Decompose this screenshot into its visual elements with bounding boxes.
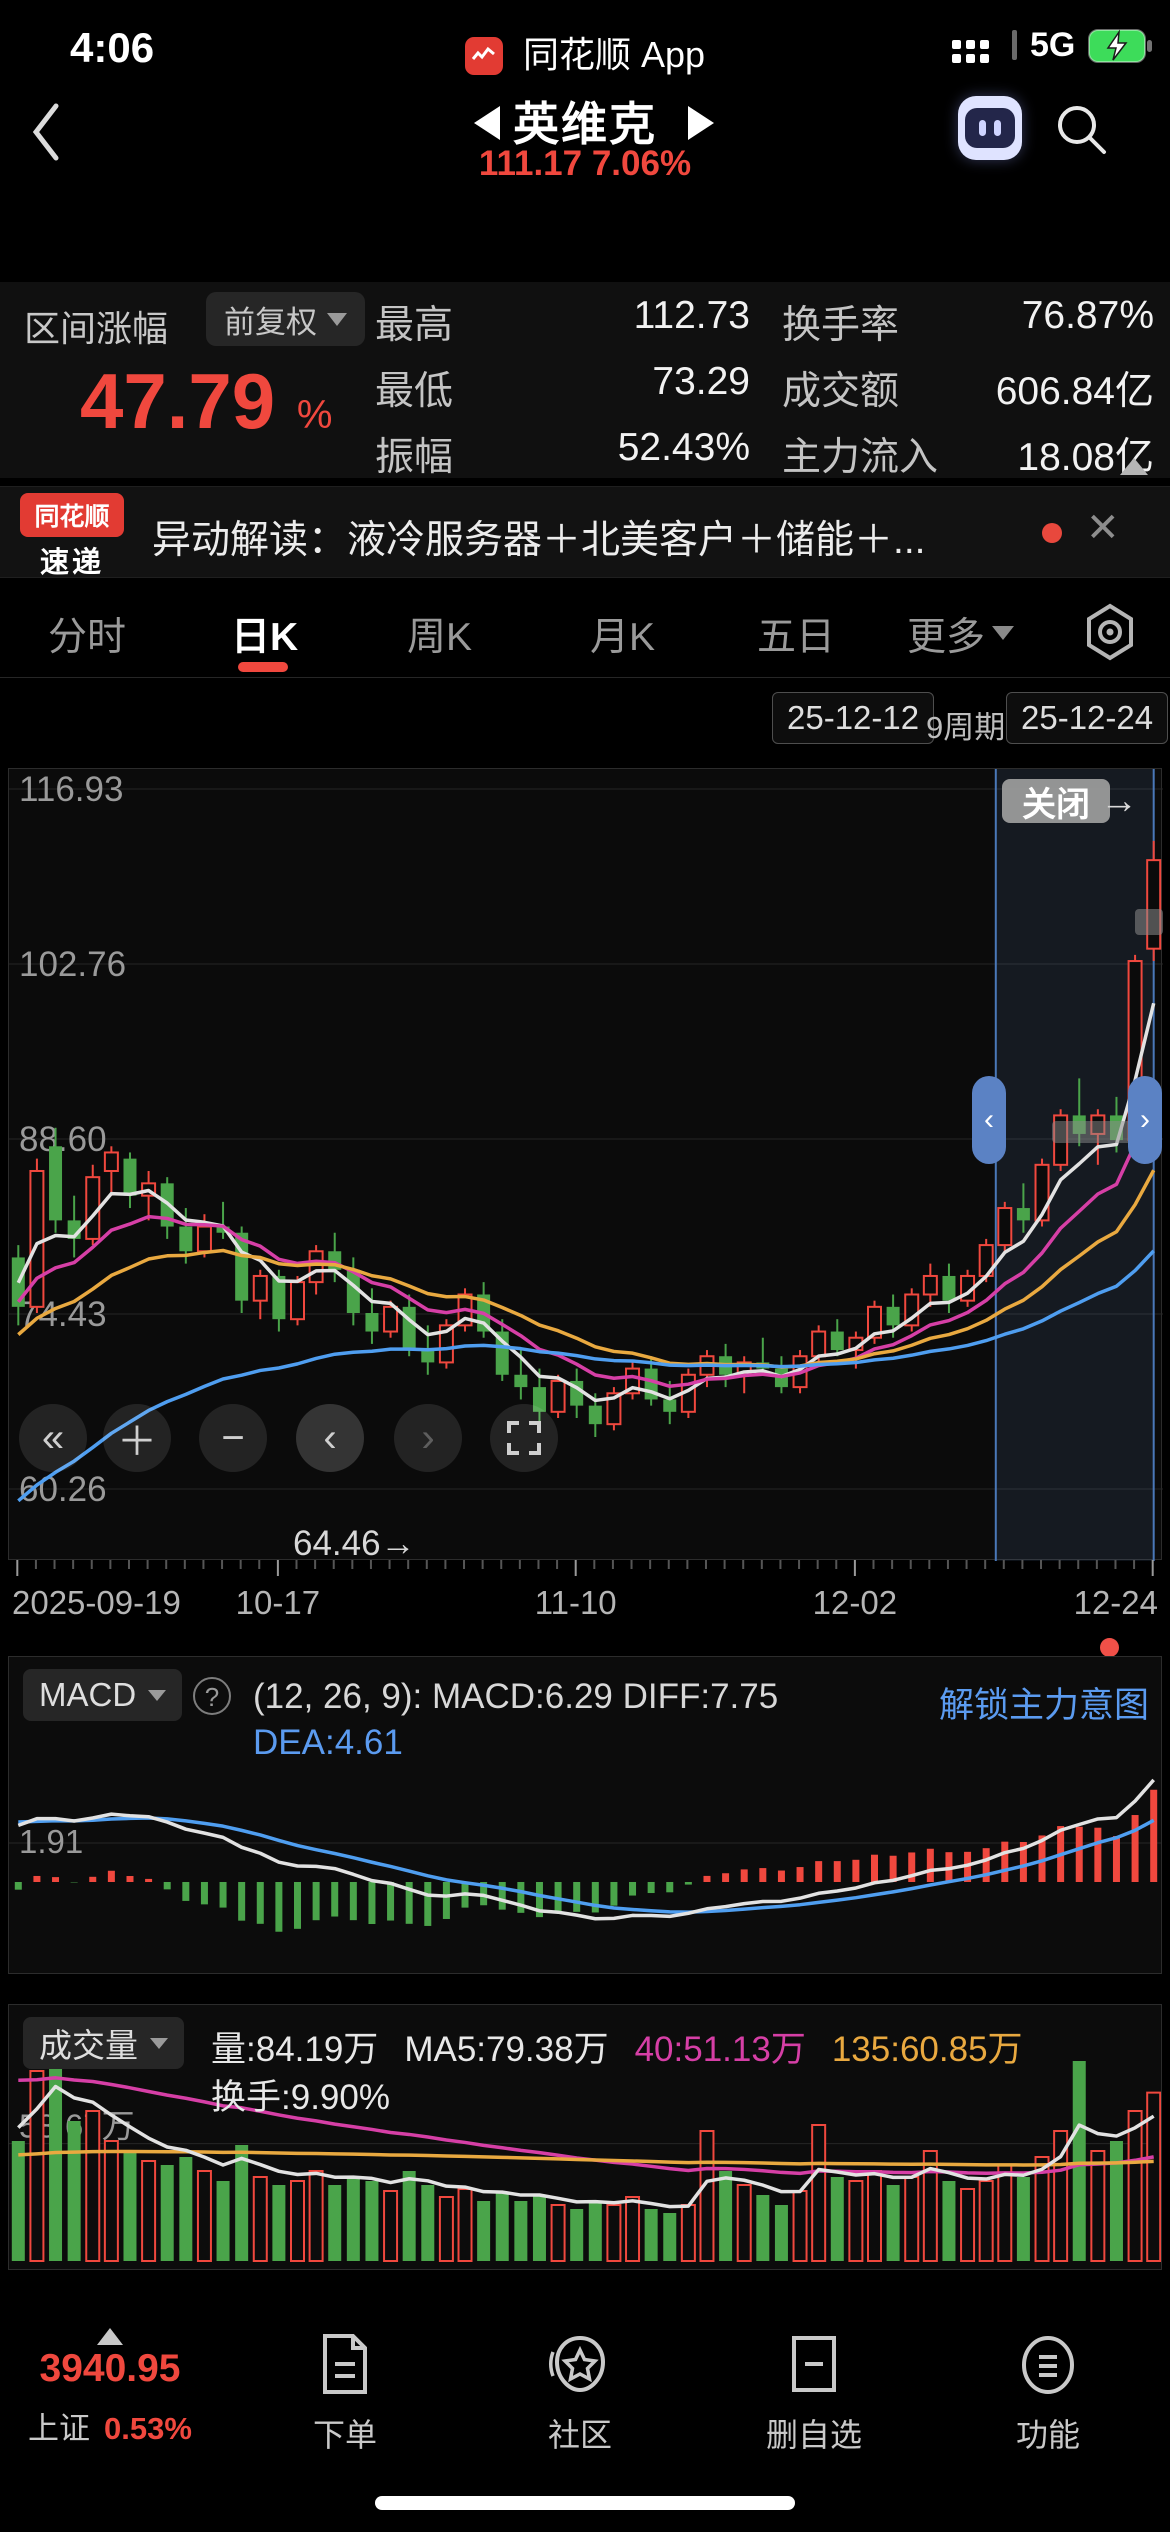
selection-left-handle[interactable]: ‹: [972, 1076, 1006, 1164]
tab-minute[interactable]: 分时: [48, 606, 126, 662]
candlestick-chart[interactable]: 116.93 102.76 88.60 74.43 60.26: [8, 768, 1163, 1561]
svg-text:10-17: 10-17: [236, 1584, 320, 1621]
news-ticker[interactable]: 同花顺 速递 异动解读：液冷服务器＋北美客户＋储能＋... ✕: [0, 486, 1170, 581]
unlock-link[interactable]: 解锁主力意图: [9, 1677, 1149, 1728]
ths-express-badge: 同花顺 速递: [20, 493, 124, 581]
badge-top-label: 同花顺: [20, 493, 124, 537]
unread-dot: [1042, 523, 1062, 543]
svg-text:1.91: 1.91: [19, 1823, 83, 1860]
ticker-text[interactable]: 异动解读：液冷服务器＋北美客户＋储能＋...: [152, 509, 1032, 565]
community-star-icon: [549, 2335, 606, 2393]
home-indicator[interactable]: [375, 2496, 795, 2510]
triangle-up-icon: [97, 2328, 123, 2345]
stat-amount: 成交额 606.84亿: [782, 370, 1154, 413]
functions-menu-icon: [1022, 2336, 1074, 2394]
search-icon[interactable]: [1052, 100, 1112, 160]
close-ticker-icon[interactable]: ✕: [1086, 505, 1120, 551]
nav-item-order[interactable]: 下单: [245, 2322, 445, 2456]
zoom-out-button[interactable]: −: [199, 1404, 267, 1472]
svg-text:102.76: 102.76: [19, 945, 126, 984]
current-date-dot: [1100, 1638, 1119, 1657]
svg-text:11-10: 11-10: [535, 1584, 617, 1621]
tab-weekly-k[interactable]: 周K: [407, 606, 472, 662]
network-type-label: 5G: [1030, 26, 1076, 64]
tab-five-day[interactable]: 五日: [757, 606, 835, 662]
turnover-value: 换手:9.90%: [211, 2078, 390, 2117]
stat-amplitude: 振幅 52.43%: [375, 426, 750, 479]
chevron-down-icon: [992, 626, 1014, 640]
index-name-change: 上证 0.53%: [28, 2411, 192, 2446]
svg-text:116.93: 116.93: [19, 770, 123, 809]
stat-main-inflow: 主力流入 18.08亿: [782, 436, 1154, 479]
ths-app-icon: [464, 37, 503, 75]
next-stock-button[interactable]: [688, 106, 714, 140]
volume-values: 量:84.19万 MA5:79.38万 40:51.13万 135:60.85万: [211, 2030, 1023, 2069]
tab-daily-k[interactable]: 日K: [231, 606, 298, 662]
status-app-title: 同花顺 App: [0, 26, 1170, 78]
volume-label: 成交量: [39, 2027, 138, 2064]
status-app-name: 同花顺 App: [522, 34, 706, 75]
adjust-mode-label: 前复权: [224, 304, 317, 340]
low-price-marker: 64.46→: [293, 1524, 416, 1563]
tab-more[interactable]: 更多: [907, 606, 985, 662]
order-document-icon: [323, 2334, 367, 2394]
volume-indicator-dropdown[interactable]: 成交量: [23, 2017, 184, 2069]
adjust-mode-dropdown[interactable]: 前复权: [206, 292, 365, 346]
selection-right-handle[interactable]: ›: [1128, 1076, 1162, 1164]
nav-item-remove-watchlist[interactable]: 删自选: [714, 2322, 914, 2456]
badge-bottom-label: 速递: [39, 547, 104, 579]
battery-charging-icon: [1088, 28, 1154, 64]
svg-text:12-02: 12-02: [813, 1584, 897, 1621]
stat-low: 最低 73.29: [375, 360, 750, 413]
range-start-box[interactable]: 25-12-12: [772, 692, 935, 744]
tab-monthly-k[interactable]: 月K: [590, 606, 655, 662]
chart-settings-icon[interactable]: [1078, 600, 1142, 664]
nav-item-community[interactable]: 社区: [480, 2322, 680, 2456]
remove-watchlist-icon: [792, 2336, 836, 2392]
nav-index-quote[interactable]: 3940.95 上证 0.53%: [10, 2322, 210, 2448]
chart-tab-bar: 分时 日K 周K 月K 五日 更多: [0, 586, 1170, 678]
active-tab-underline: [238, 662, 288, 672]
collapse-stats-icon[interactable]: [1120, 458, 1148, 475]
macd-panel: 1.91 MACD ? (12, 26, 9): MACD:6.29 DIFF:…: [8, 1656, 1162, 1974]
pan-left-button[interactable]: ‹: [296, 1404, 364, 1472]
chevron-down-icon: [150, 2037, 168, 2049]
close-selection-button[interactable]: 关闭: [1002, 779, 1110, 824]
volume-panel: 58.67万 成交量 量:84.19万MA5:79.38万40:51.13万13…: [8, 2004, 1162, 2270]
arrow-right-icon: →: [1100, 780, 1138, 822]
stats-panel: 区间涨幅 前复权 47.79 % 最高 112.73 最低 73.29 振幅 52.4…: [0, 282, 1170, 479]
bottom-nav: 3940.95 上证 0.53% 下单 社区 删自选 功能: [0, 2322, 1170, 2482]
range-periods-label: 9周期: [926, 710, 1006, 745]
pan-right-button[interactable]: ›: [394, 1404, 462, 1472]
svg-text:2025-09-19: 2025-09-19: [12, 1584, 181, 1621]
chevron-down-icon: [327, 312, 347, 326]
ai-assistant-icon[interactable]: [958, 96, 1022, 160]
nav-item-functions[interactable]: 功能: [948, 2322, 1148, 2456]
selection-range-bar: 25-12-12 9周期 25-12-24: [0, 686, 1170, 750]
stat-turnover-rate: 换手率 76.87%: [782, 294, 1154, 347]
range-change-label: 区间涨幅: [24, 308, 169, 349]
svg-text:88.60: 88.60: [19, 1120, 107, 1159]
range-change-value: 47.79 %: [80, 357, 333, 445]
stat-high: 最高 112.73: [375, 294, 750, 347]
zoom-in-button[interactable]: ＋: [103, 1404, 171, 1472]
macd-dea-value: DEA:4.61: [253, 1723, 403, 1762]
jump-start-button[interactable]: «: [19, 1404, 87, 1472]
x-axis: 2025-09-19 10-17 11-10 12-02 12-24: [8, 1560, 1162, 1638]
index-value: 3940.95: [39, 2347, 181, 2390]
fullscreen-button[interactable]: [490, 1404, 558, 1472]
svg-text:12-24: 12-24: [1074, 1584, 1158, 1621]
app-screen: 4:06 同花顺 App 5G 英维克 111.17 7.06% 区间涨幅 前复…: [0, 0, 1170, 2532]
range-end-box[interactable]: 25-12-24: [1006, 692, 1169, 744]
